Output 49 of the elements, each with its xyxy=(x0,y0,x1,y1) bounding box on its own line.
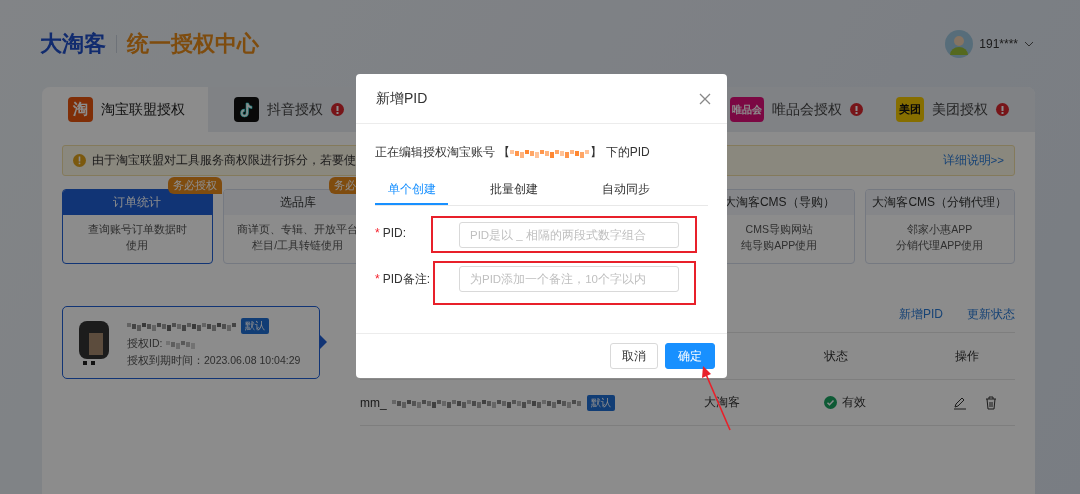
intro-text: 正在编辑授权淘宝账号 【 xyxy=(375,144,511,161)
feature-description: 邻家小惠APP 分销代理APP使用 xyxy=(895,222,985,253)
confirm-button[interactable]: 确定 xyxy=(665,343,715,369)
chevron-down-icon[interactable] xyxy=(1024,40,1034,47)
tab-label: 美团授权 xyxy=(931,100,988,119)
edit-icon[interactable] xyxy=(953,395,967,410)
expiry-text: 授权到期时间：2023.06.08 10:04:29 xyxy=(127,353,301,368)
close-icon[interactable] xyxy=(699,92,711,105)
dialog-tab[interactable]: 单个创建 xyxy=(375,175,448,205)
platform-tab[interactable]: 淘 淘宝联盟授权 xyxy=(42,87,208,132)
column-header: 状态 xyxy=(824,347,849,365)
action-link[interactable]: 新增PID xyxy=(899,306,943,332)
tab-label: 淘宝联盟授权 xyxy=(101,100,185,119)
cancel-button[interactable]: 取消 xyxy=(610,343,658,369)
status-text: 有效 xyxy=(842,394,866,411)
tab-label: 抖音授权 xyxy=(266,100,323,119)
default-tag: 默认 xyxy=(586,394,615,411)
feature-description: CMS导购网站 纯导购APP使用 xyxy=(740,222,819,253)
feature-title: 订单统计 xyxy=(63,190,212,215)
feature-card[interactable]: 大淘客CMS（分销代理） 邻家小惠APP 分销代理APP使用 xyxy=(864,189,1015,264)
music-note-app-icon xyxy=(233,97,259,122)
feature-title: 大淘客CMS（分销代理） xyxy=(865,190,1014,215)
dialog-title: 新增PID xyxy=(376,89,428,108)
default-tag: 默认 xyxy=(241,317,269,334)
delete-icon[interactable] xyxy=(985,395,997,410)
column-header: 操作 xyxy=(954,347,980,365)
page-title: 统一授权中心 xyxy=(127,29,259,58)
feature-description: 查询账号订单数据时 使用 xyxy=(86,222,188,253)
details-link[interactable]: 详细说明>> xyxy=(942,153,1004,168)
input-field[interactable]: PID是以 _ 相隔的两段式数字组合 xyxy=(459,222,679,248)
selection-pointer xyxy=(320,335,327,349)
intro-text: 】 下的PID xyxy=(590,144,650,161)
dialog-tab[interactable]: 自动同步 xyxy=(580,175,672,205)
field-label: * PID备注: xyxy=(375,271,431,288)
brand-logo: 大淘客 xyxy=(40,29,106,58)
account-id-label: 授权ID: xyxy=(127,336,163,351)
notice-text: 由于淘宝联盟对工具服务商权限进行拆分，若要使 xyxy=(92,153,356,168)
required-badge: 务必授权 xyxy=(168,177,222,194)
meituan-app-icon: 美团 xyxy=(895,97,924,122)
field-label: * PID: xyxy=(375,225,407,240)
taobao-app-icon: 淘 xyxy=(68,97,93,122)
vip-app-icon: 唯品会 xyxy=(730,97,764,122)
pid-text: mm_ xyxy=(360,395,387,410)
avatar xyxy=(945,29,974,58)
warning-icon xyxy=(73,154,86,167)
user-name[interactable]: 191**** xyxy=(979,36,1018,51)
dialog-tab[interactable]: 批量创建 xyxy=(468,175,560,205)
action-link[interactable]: 更新状态 xyxy=(967,306,1015,332)
tab-label: 唯品会授权 xyxy=(772,100,842,119)
